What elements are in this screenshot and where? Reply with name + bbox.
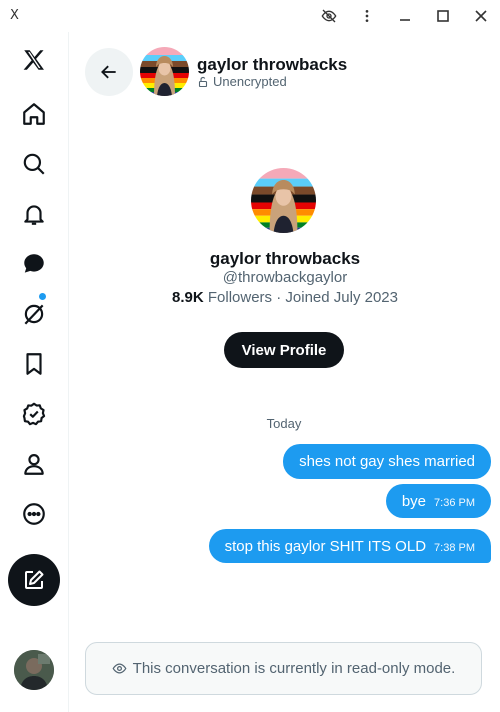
back-button[interactable] xyxy=(85,48,133,96)
verified-icon[interactable] xyxy=(14,394,54,434)
more-icon[interactable] xyxy=(14,494,54,534)
message-time: 7:38 PM xyxy=(434,542,475,554)
encryption-status: Unencrypted xyxy=(197,74,287,89)
message-bubble[interactable]: bye 7:36 PM xyxy=(385,484,491,518)
unlock-icon xyxy=(198,76,208,87)
profile-name: gaylor throwbacks xyxy=(209,249,361,268)
app-title: X xyxy=(10,8,19,23)
notification-badge xyxy=(38,292,47,301)
readonly-notice: This conversation is currently in read-o… xyxy=(85,642,482,695)
account-avatar[interactable] xyxy=(14,650,54,690)
search-icon[interactable] xyxy=(14,144,54,184)
close-icon[interactable] xyxy=(462,0,500,32)
minimize-icon[interactable] xyxy=(386,0,424,32)
messages-icon[interactable] xyxy=(14,244,54,284)
grok-icon[interactable] xyxy=(14,292,54,334)
eye-icon xyxy=(112,663,127,674)
view-profile-button[interactable]: View Profile xyxy=(224,332,344,368)
profile-stats: 8.9K Followers · Joined July 2023 xyxy=(70,289,500,306)
followers-count: 8.9K xyxy=(172,289,204,306)
message-text: stop this gaylor SHIT ITS OLD xyxy=(224,537,427,555)
encryption-label: Unencrypted xyxy=(213,74,287,89)
arrow-left-icon xyxy=(101,65,116,79)
profile-handle: @throwbackgaylor xyxy=(222,269,348,286)
readonly-text: This conversation is currently in read-o… xyxy=(132,660,456,677)
compose-icon xyxy=(25,570,44,589)
header-title: gaylor throwbacks xyxy=(197,55,348,74)
header-avatar[interactable] xyxy=(140,47,189,96)
window-titlebar: X xyxy=(0,0,500,32)
message-time: 7:36 PM xyxy=(434,497,475,509)
more-vertical-icon[interactable] xyxy=(348,0,386,32)
bookmarks-icon[interactable] xyxy=(14,344,54,384)
compose-button[interactable] xyxy=(8,554,60,606)
notifications-icon[interactable] xyxy=(14,194,54,234)
profile-avatar[interactable] xyxy=(251,168,316,233)
maximize-icon[interactable] xyxy=(424,0,462,32)
date-separator: Today xyxy=(266,416,302,431)
home-icon[interactable] xyxy=(14,94,54,134)
message-bubble[interactable]: shes not gay shes married xyxy=(283,444,491,479)
x-logo-icon[interactable] xyxy=(14,40,54,80)
message-text: bye xyxy=(401,492,427,510)
window-controls xyxy=(310,0,500,32)
sidebar xyxy=(0,32,69,712)
followers-label: Followers xyxy=(207,289,273,306)
eye-off-icon[interactable] xyxy=(310,0,348,32)
message-bubble[interactable]: stop this gaylor SHIT ITS OLD 7:38 PM xyxy=(208,529,491,563)
profile-icon[interactable] xyxy=(14,444,54,484)
message-text: shes not gay shes married xyxy=(299,453,475,470)
joined-date: · Joined July 2023 xyxy=(276,289,398,306)
